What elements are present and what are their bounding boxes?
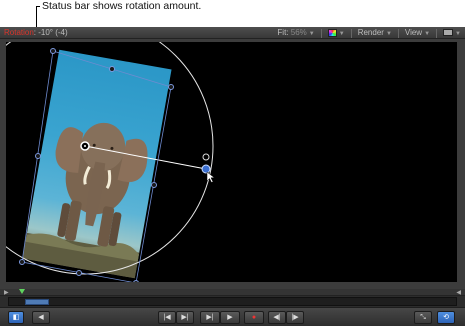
record-button[interactable]: ●	[244, 311, 264, 324]
chevron-down-icon: ▼	[308, 31, 315, 37]
go-to-end-button[interactable]: ▶|	[200, 311, 220, 324]
divider	[320, 29, 322, 38]
layers-toggle-button[interactable]: ◧	[8, 311, 24, 324]
bounding-box-handles	[19, 48, 174, 282]
divider	[436, 29, 438, 38]
go-to-start-button[interactable]: |◀	[158, 311, 176, 324]
handle-top-left	[50, 48, 56, 54]
rotation-arm	[84, 145, 207, 170]
handle-bottom-right	[133, 280, 139, 282]
transform-overlay	[6, 42, 216, 282]
color-channels-icon	[327, 28, 337, 37]
skip-end-icon: ▶|	[206, 314, 214, 321]
timeline-track[interactable]	[8, 297, 457, 306]
callout-text: Status bar shows rotation amount.	[42, 0, 202, 12]
rotation-handle-top	[202, 153, 210, 161]
caret-left-icon[interactable]: ▶	[4, 289, 9, 296]
rotation-value: : -10° (-4)	[33, 28, 68, 37]
zoom-to-fit-button[interactable]: ⤡	[414, 311, 432, 324]
chevron-down-icon: ▼	[455, 31, 461, 37]
handle-bottom	[76, 270, 82, 276]
handle-bottom-left	[19, 259, 25, 265]
render-label: Render	[357, 28, 384, 37]
skip-start-icon: |◀	[163, 314, 171, 321]
timeline-clip-bar[interactable]	[25, 299, 49, 305]
chevron-down-icon: ▼	[424, 31, 431, 37]
caret-right-icon[interactable]: ◀	[456, 289, 461, 296]
status-bar: Rotation: -10° (-4) Fit: 56% ▼ ▼ Render ▼ …	[0, 27, 465, 39]
callout-leader-tick	[36, 6, 40, 7]
audio-button[interactable]: ◀	[32, 311, 50, 324]
canvas-window: Rotation: -10° (-4) Fit: 56% ▼ ▼ Render ▼ …	[0, 27, 465, 326]
step-forward-button[interactable]: ▶|	[176, 311, 194, 324]
handle-right	[151, 182, 157, 188]
callout-leader-line	[36, 6, 37, 28]
chevron-down-icon: ▼	[338, 31, 345, 37]
handle-top	[109, 66, 115, 72]
playhead[interactable]	[19, 289, 25, 294]
bounding-box	[21, 50, 172, 282]
layers-icon: ◧	[12, 314, 20, 321]
play-icon: ▶	[227, 314, 233, 321]
handle-left	[35, 153, 41, 159]
loop-icon: ⟲	[443, 314, 449, 321]
previous-frame-button[interactable]: ◀|	[268, 311, 286, 324]
next-frame-icon: |▶	[291, 314, 299, 321]
layout-icon	[443, 29, 454, 37]
play-button[interactable]: ▶	[220, 311, 240, 324]
fit-value: 56%	[290, 28, 307, 37]
record-icon: ●	[251, 314, 257, 321]
speaker-icon: ◀	[38, 314, 44, 321]
canvas[interactable]	[6, 42, 457, 282]
divider	[350, 29, 352, 38]
zoom-to-fit-icon: ⤡	[420, 314, 426, 321]
rotation-label: Rotation	[4, 28, 34, 37]
step-forward-icon: ▶|	[181, 314, 189, 321]
fit-label: Fit:	[277, 28, 289, 37]
timeline-ruler[interactable]	[0, 289, 465, 296]
divider	[397, 29, 399, 38]
canvas-area	[0, 39, 465, 289]
transport-bar: ◧ ◀ |◀ ▶| ▶| ▶ ● ◀| |▶ ⤡ ⟲	[0, 307, 465, 326]
chevron-down-icon: ▼	[385, 31, 392, 37]
handle-top-right	[168, 84, 174, 90]
loop-button[interactable]: ⟲	[437, 311, 455, 324]
view-label: View	[404, 28, 423, 37]
next-frame-button[interactable]: |▶	[286, 311, 304, 324]
mini-timeline: ▶ ◀	[0, 289, 465, 307]
previous-frame-icon: ◀|	[273, 314, 281, 321]
rotation-readout: Rotation: -10° (-4)	[4, 27, 68, 39]
rotation-handle	[201, 164, 211, 174]
